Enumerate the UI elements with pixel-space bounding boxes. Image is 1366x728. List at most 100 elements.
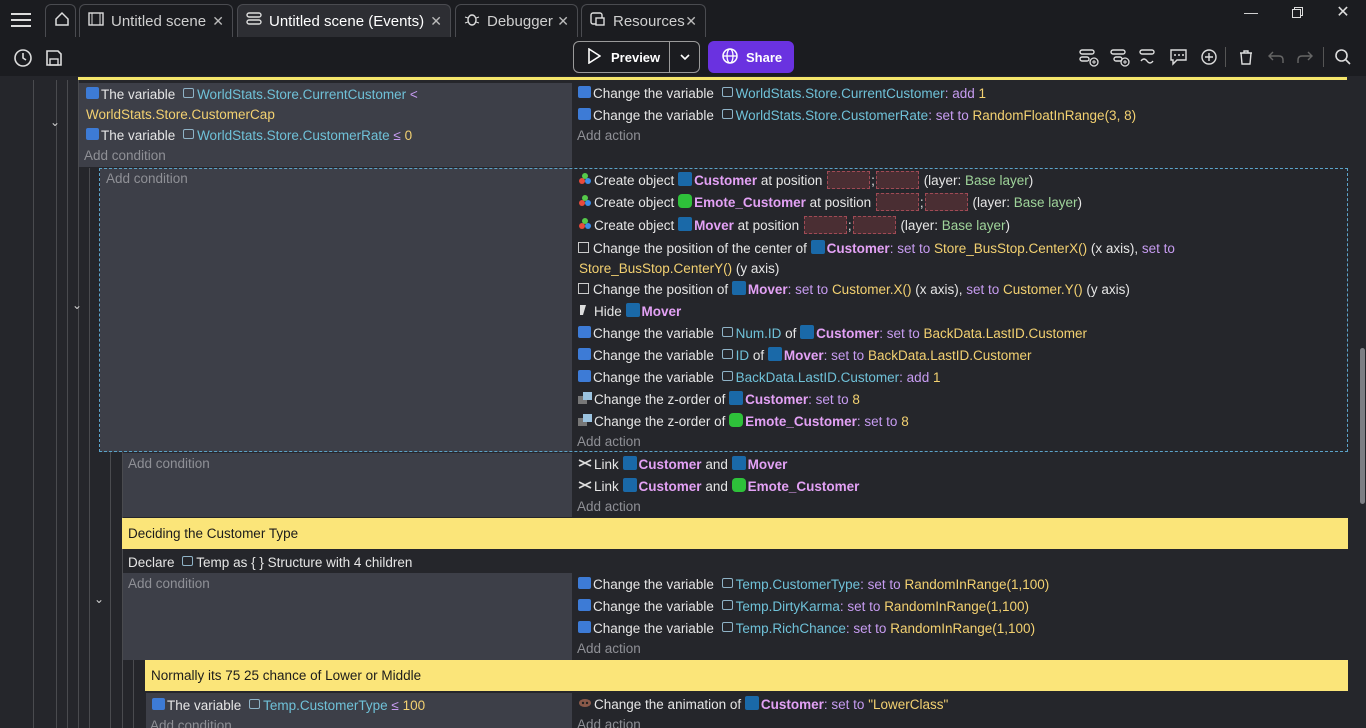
empty-parameter[interactable] (852, 216, 896, 234)
tab-scene[interactable]: Untitled scene ✕ (79, 4, 233, 37)
action-row[interactable]: Create object Mover at position ; (layer… (578, 215, 1010, 235)
empty-parameter[interactable] (827, 171, 871, 189)
tab-label: Debugger (487, 12, 553, 30)
close-icon[interactable]: ✕ (430, 13, 442, 30)
action-row[interactable]: Change the variable BackData.LastID.Cust… (578, 367, 940, 387)
sprite-object-icon (622, 478, 637, 492)
empty-parameter[interactable] (803, 216, 847, 234)
action-text: Change the z-order of (594, 391, 726, 407)
add-action-link[interactable]: Add action (577, 717, 641, 728)
variable-declaration[interactable]: Declare Temp as { } Structure with 4 chi… (128, 552, 412, 572)
save-icon[interactable] (42, 46, 66, 70)
add-action-link[interactable]: Add action (577, 128, 641, 143)
share-button[interactable]: Share (708, 41, 794, 73)
add-condition-link[interactable]: Add condition (128, 456, 210, 471)
add-condition-link[interactable]: Add condition (128, 576, 210, 591)
close-window-icon[interactable]: ✕ (1320, 0, 1366, 24)
action-row[interactable]: Link Customer and Emote_Customer (578, 476, 859, 496)
action-row[interactable]: Change the variable Temp.RichChance : se… (578, 618, 1035, 638)
action-row[interactable]: Hide Mover (578, 301, 681, 321)
action-row[interactable]: Create object Emote_Customer at position… (578, 192, 1082, 212)
empty-parameter[interactable] (924, 193, 968, 211)
close-icon[interactable]: ✕ (685, 13, 697, 30)
condition-row[interactable]: The variable WorldStats.Store.CustomerRa… (86, 125, 412, 145)
trash-icon[interactable] (1234, 45, 1258, 69)
sprite-object-icon (678, 172, 693, 186)
object-name: Customer (694, 172, 758, 188)
action-row[interactable]: Create object Customer at position ; (la… (578, 170, 1033, 190)
variable-name: Temp (196, 554, 230, 570)
object-name: Mover (747, 456, 788, 472)
redo-icon[interactable] (1293, 45, 1317, 69)
variable-icon (578, 108, 591, 120)
add-comment-icon[interactable] (1167, 45, 1191, 69)
add-condition-link[interactable]: Add condition (150, 718, 232, 728)
comment-block[interactable]: Normally its 75 25 chance of Lower or Mi… (145, 660, 1348, 691)
layer-name: Base layer (1013, 194, 1078, 210)
home-tab[interactable] (45, 4, 76, 37)
action-value: Store_BusStop.CenterX() (933, 240, 1088, 256)
tab-debugger[interactable]: Debugger ✕ (455, 4, 578, 37)
action-row[interactable]: Change the variable Temp.DirtyKarma : se… (578, 596, 1029, 616)
play-icon (587, 47, 602, 67)
operator: : add (944, 85, 975, 101)
chevron-down-icon[interactable] (678, 49, 692, 68)
action-row[interactable]: Change the variable Temp.CustomerType : … (578, 574, 1049, 594)
tab-resources[interactable]: Resources ✕ (581, 4, 706, 37)
action-row[interactable]: Change the variable Num.ID of Customer :… (578, 323, 1087, 343)
add-action-link[interactable]: Add action (577, 434, 641, 449)
action-row[interactable]: Change the z-order of Customer : set to … (578, 389, 860, 409)
comment-block[interactable]: Deciding the Customer Type (122, 518, 1348, 549)
add-action-link[interactable]: Add action (577, 641, 641, 656)
undo-icon[interactable] (1264, 45, 1288, 69)
layer-name: Base layer (964, 172, 1029, 188)
add-condition-link[interactable]: Add condition (84, 148, 166, 163)
add-subevent-icon[interactable] (1108, 45, 1132, 69)
action-row[interactable]: Change the variable ID of Mover : set to… (578, 345, 1032, 365)
add-circle-icon[interactable] (1197, 45, 1221, 69)
preview-button[interactable]: Preview (573, 41, 700, 73)
add-other-icon[interactable] (1137, 45, 1161, 69)
action-text: (layer: (923, 172, 962, 188)
empty-parameter[interactable] (875, 193, 919, 211)
action-row[interactable]: Change the position of Mover : set to Cu… (578, 279, 1130, 299)
add-event-icon[interactable] (1077, 45, 1101, 69)
object-name: Customer (638, 478, 702, 494)
close-icon[interactable]: ✕ (212, 13, 224, 30)
maximize-icon[interactable] (1274, 0, 1320, 24)
operator: : set to (856, 413, 898, 429)
minimize-icon[interactable]: — (1228, 0, 1274, 24)
tab-events[interactable]: Untitled scene (Events) ✕ (237, 4, 451, 37)
chevron-down-icon[interactable]: ⌄ (94, 592, 104, 606)
operator: < (409, 86, 418, 102)
condition-row-cont[interactable]: WorldStats.Store.CustomerCap (86, 104, 275, 124)
action-row[interactable]: Change the z-order of Emote_Customer : s… (578, 411, 909, 431)
action-row[interactable]: Change the position of the center of Cus… (578, 238, 1175, 258)
close-icon[interactable]: ✕ (557, 13, 569, 30)
chevron-down-icon[interactable]: ⌄ (50, 115, 60, 129)
separator: ; (847, 217, 852, 233)
condition-text: The variable (101, 127, 176, 143)
action-row[interactable]: Change the variable WorldStats.Store.Cus… (578, 105, 1136, 125)
condition-row[interactable]: The variable WorldStats.Store.CurrentCus… (86, 84, 418, 104)
add-condition-link[interactable]: Add condition (106, 171, 188, 186)
emote-object-icon (729, 413, 744, 427)
scene-variable-icon (183, 88, 195, 98)
scrollbar-thumb[interactable] (1360, 348, 1365, 504)
action-row[interactable]: Change the variable WorldStats.Store.Cur… (578, 83, 986, 103)
action-value: 1 (932, 369, 941, 385)
action-row[interactable]: Link Customer and Mover (578, 454, 787, 474)
condition-row[interactable]: The variable Temp.CustomerType ≤ 100 (152, 695, 425, 715)
add-action-link[interactable]: Add action (577, 499, 641, 514)
history-icon[interactable] (11, 46, 35, 70)
empty-parameter[interactable] (875, 171, 919, 189)
action-row[interactable]: Change the animation of Customer : set t… (578, 694, 948, 714)
variable-name: Temp.RichChance (735, 620, 846, 636)
action-text: at position (809, 194, 872, 210)
chevron-down-icon[interactable]: ⌄ (72, 298, 82, 312)
variable-icon (578, 86, 591, 98)
hamburger-menu-icon[interactable] (8, 8, 34, 32)
variable-name: WorldStats.Store.CurrentCustomer (735, 85, 945, 101)
action-row-cont[interactable]: Store_BusStop.CenterY() (y axis) (579, 258, 779, 278)
search-icon[interactable] (1331, 45, 1355, 69)
